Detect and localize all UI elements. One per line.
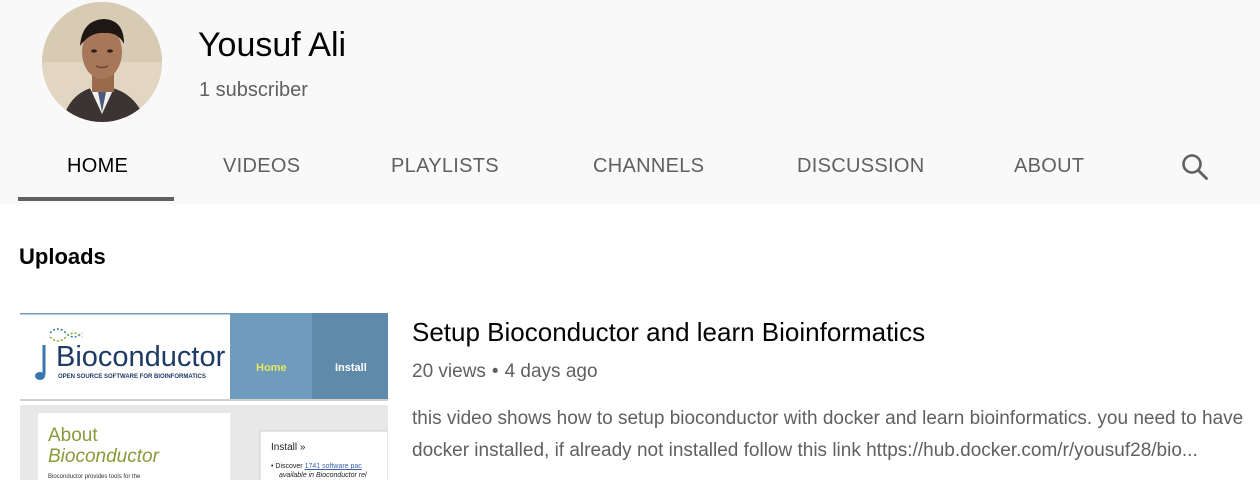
tab-channels[interactable]: CHANNELS [593, 140, 704, 202]
tab-discussion[interactable]: DISCUSSION [797, 140, 924, 202]
video-metadata: 20 views • 4 days ago [412, 361, 598, 383]
thumbnail-about-body: Bioconductor provides tools for the [48, 474, 141, 480]
uploads-section-title[interactable]: Uploads [19, 244, 106, 270]
thumbnail-about-line2: Bioconductor [48, 446, 159, 467]
thumbnail-install-link: 1741 software pac [304, 463, 362, 470]
search-icon[interactable] [1180, 152, 1210, 182]
tab-playlists[interactable]: PLAYLISTS [391, 140, 499, 202]
video-description-line1: this video shows how to setup bioconduct… [412, 408, 1244, 429]
thumbnail-tagline: OPEN SOURCE SOFTWARE FOR BIOINFORMATICS [58, 374, 206, 380]
video-thumbnail[interactable]: Bioconductor OPEN SOURCE SOFTWARE FOR BI… [20, 313, 388, 480]
tab-videos[interactable]: VIDEOS [223, 140, 300, 202]
thumbnail-install-line2: available in Bioconductor rel [279, 472, 367, 479]
thumbnail-install-bullet-text: Discover [275, 463, 303, 470]
video-age: 4 days ago [504, 361, 598, 382]
thumbnail-install-bullet: • Discover 1741 software pac [271, 463, 362, 470]
channel-avatar[interactable] [42, 2, 162, 122]
channel-name: Yousuf Ali [198, 26, 347, 64]
thumbnail-nav-install: Install [335, 362, 367, 374]
video-description-line2: docker installed, if already not install… [412, 440, 1198, 461]
channel-tabs: HOME VIDEOS PLAYLISTS CHANNELS DISCUSSIO… [0, 140, 1260, 204]
thumbnail-about-line1: About [48, 425, 98, 446]
tab-about[interactable]: ABOUT [1014, 140, 1084, 202]
active-tab-indicator [18, 197, 174, 201]
subscriber-count: 1 subscriber [199, 79, 308, 101]
thumbnail-logo-text: Bioconductor [56, 341, 226, 373]
thumbnail-install-heading: Install » [271, 442, 306, 453]
video-description: this video shows how to setup bioconduct… [412, 403, 1260, 467]
video-views: 20 views [412, 361, 486, 382]
thumbnail-nav-home: Home [256, 362, 287, 374]
meta-separator: • [491, 361, 499, 382]
tab-home[interactable]: HOME [67, 140, 128, 202]
video-title[interactable]: Setup Bioconductor and learn Bioinformat… [412, 317, 925, 348]
